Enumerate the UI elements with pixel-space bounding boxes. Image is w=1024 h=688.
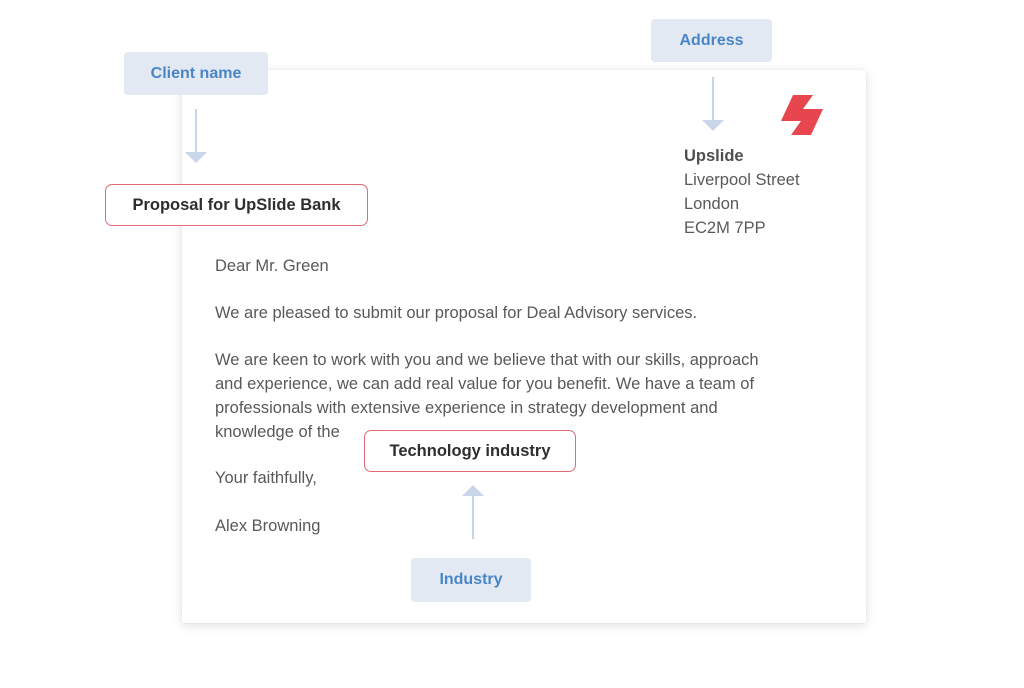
- arrow-down-icon: [185, 109, 207, 163]
- arrow-down-icon: [702, 77, 724, 131]
- arrow-up-icon: [462, 485, 484, 539]
- signature: Alex Browning: [215, 517, 321, 535]
- greeting: Dear Mr. Green: [215, 257, 329, 275]
- paragraph-line: and experience, we can add real value fo…: [215, 375, 755, 393]
- address-street: Liverpool Street: [684, 171, 800, 189]
- proposal-title-field[interactable]: Proposal for UpSlide Bank: [105, 184, 368, 226]
- address-postcode: EC2M 7PP: [684, 219, 766, 237]
- address-city: London: [684, 195, 740, 213]
- industry-field[interactable]: Technology industry: [364, 430, 576, 472]
- paragraph-line: We are keen to work with you and we beli…: [215, 351, 759, 369]
- client-name-label: Client name: [124, 52, 268, 95]
- closing: Your faithfully,: [215, 469, 317, 487]
- paragraph-line: professionals with extensive experience …: [215, 399, 718, 417]
- industry-label: Industry: [411, 558, 531, 602]
- paragraph-intro: We are pleased to submit our proposal fo…: [215, 304, 698, 322]
- address-company: Upslide: [684, 147, 744, 165]
- upslide-logo-icon: [781, 95, 823, 135]
- address-label: Address: [651, 19, 772, 62]
- address-block: Upslide Liverpool Street London EC2M 7PP: [684, 144, 800, 240]
